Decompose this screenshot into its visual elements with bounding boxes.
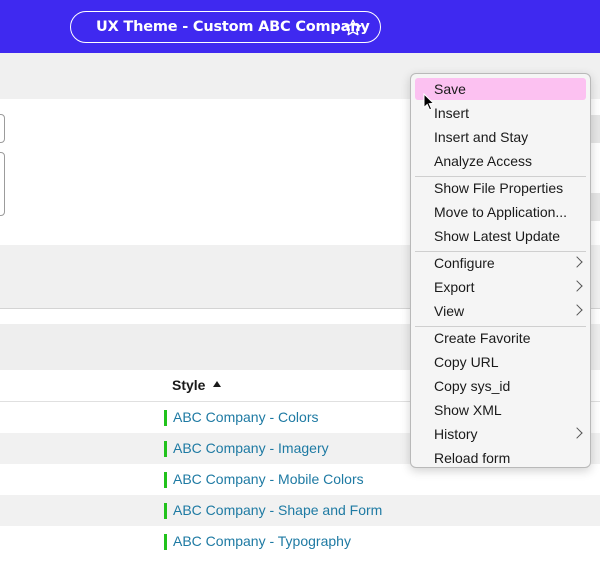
menu-item-analyze-access[interactable]: Analyze Access [415, 150, 586, 172]
mouse-cursor-icon [423, 93, 435, 111]
status-indicator [164, 472, 167, 488]
menu-item-create-favorite[interactable]: Create Favorite [415, 327, 586, 349]
form-side-control[interactable] [590, 193, 600, 221]
sort-ascending-icon[interactable] [213, 381, 221, 387]
menu-item-export[interactable]: Export [415, 276, 586, 298]
menu-item-label: Show File Properties [434, 180, 564, 196]
menu-item-move-to-application[interactable]: Move to Application... [415, 201, 586, 223]
style-link[interactable]: ABC Company - Imagery [173, 440, 329, 456]
menu-item-label: Show XML [434, 402, 502, 418]
menu-item-label: Reload form [434, 450, 511, 466]
menu-item-history[interactable]: History [415, 423, 586, 445]
menu-item-show-file-properties[interactable]: Show File Properties [415, 177, 586, 199]
style-link[interactable]: ABC Company - Shape and Form [173, 502, 382, 518]
table-row[interactable]: ABC Company - Typography [0, 526, 600, 557]
status-indicator [164, 441, 167, 457]
chevron-right-icon [571, 304, 583, 316]
chevron-right-icon [571, 427, 583, 439]
menu-item-label: Copy sys_id [434, 378, 511, 394]
menu-item-reload-form[interactable]: Reload form [415, 447, 586, 469]
menu-item-label: Insert [434, 105, 470, 121]
record-title: UX Theme - Custom ABC Company [96, 19, 370, 35]
menu-item-configure[interactable]: Configure [415, 252, 586, 274]
form-textarea-field[interactable] [0, 152, 5, 216]
menu-item-label: Save [434, 81, 466, 97]
form-input-field[interactable] [0, 114, 5, 143]
style-link[interactable]: ABC Company - Colors [173, 409, 319, 425]
status-indicator [164, 410, 167, 426]
menu-item-show-xml[interactable]: Show XML [415, 399, 586, 421]
menu-item-label: Analyze Access [434, 153, 533, 169]
menu-item-save[interactable]: Save [415, 78, 586, 100]
star-icon[interactable] [343, 18, 363, 38]
menu-item-label: Show Latest Update [434, 228, 561, 244]
context-menu: Save Insert Insert and Stay Analyze Access S… [410, 73, 591, 468]
chevron-right-icon [571, 280, 583, 292]
status-indicator [164, 503, 167, 519]
menu-item-copy-sys-id[interactable]: Copy sys_id [415, 375, 586, 397]
style-link[interactable]: ABC Company - Typography [173, 533, 351, 549]
column-header-style[interactable]: Style [172, 377, 205, 393]
chevron-right-icon [571, 256, 583, 268]
status-indicator [164, 534, 167, 550]
menu-item-insert-and-stay[interactable]: Insert and Stay [415, 126, 586, 148]
menu-item-label: History [434, 426, 478, 442]
menu-item-label: Create Favorite [434, 330, 531, 346]
menu-item-label: Configure [434, 255, 495, 271]
menu-item-insert[interactable]: Insert [415, 102, 586, 124]
menu-item-label: Copy URL [434, 354, 499, 370]
form-side-control[interactable] [590, 115, 600, 143]
menu-item-copy-url[interactable]: Copy URL [415, 351, 586, 373]
style-link[interactable]: ABC Company - Mobile Colors [173, 471, 364, 487]
menu-item-view[interactable]: View [415, 300, 586, 322]
menu-item-label: Insert and Stay [434, 129, 529, 145]
header-bar: UX Theme - Custom ABC Company [0, 0, 600, 53]
menu-item-label: Export [434, 279, 475, 295]
menu-item-label: Move to Application... [434, 204, 568, 220]
menu-item-label: View [434, 303, 465, 319]
record-title-pill[interactable]: UX Theme - Custom ABC Company [70, 11, 381, 43]
table-row[interactable]: ABC Company - Shape and Form [0, 495, 600, 526]
menu-item-show-latest-update[interactable]: Show Latest Update [415, 225, 586, 247]
